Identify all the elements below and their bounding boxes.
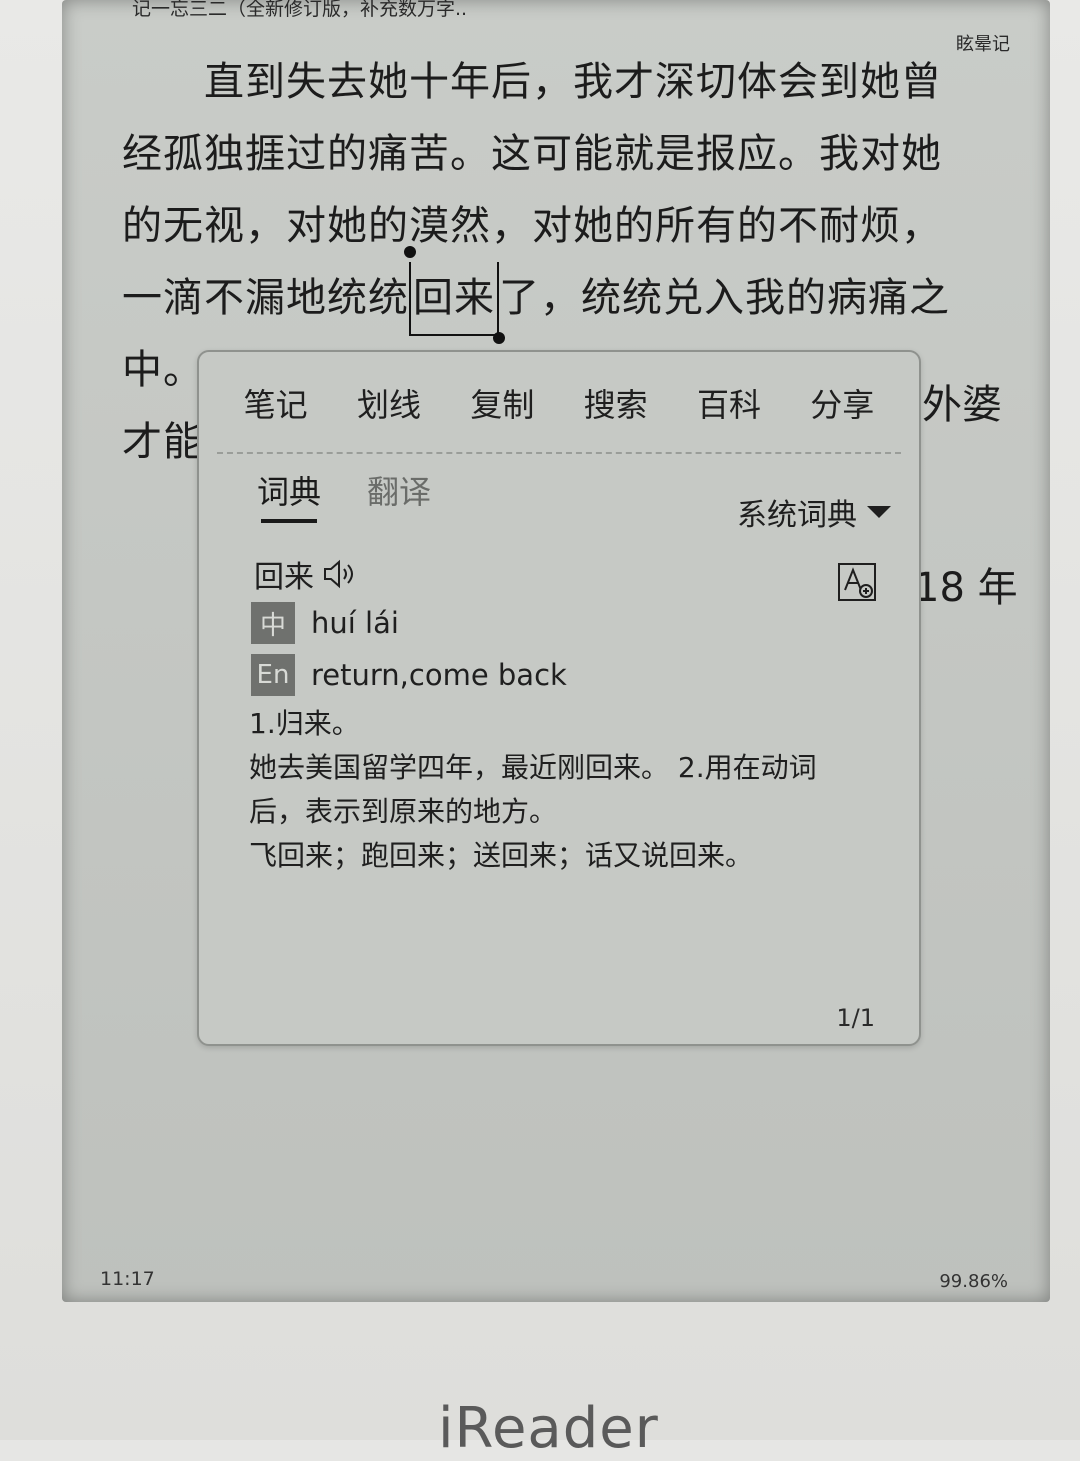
underline-button[interactable]: 划线: [351, 376, 427, 430]
divider: [217, 452, 901, 454]
dictionary-popup: 笔记 划线 复制 搜索 百科 分享 词典 翻译 系统词典 回来 中 huí lá…: [197, 350, 921, 1046]
selection-end-handle[interactable]: [493, 332, 505, 344]
headword: 回来: [254, 560, 314, 595]
book-text-fragment: 外婆: [922, 382, 1002, 428]
status-time: 11:17: [100, 1268, 155, 1290]
note-button[interactable]: 笔记: [238, 376, 314, 430]
encyclopedia-button[interactable]: 百科: [691, 376, 767, 430]
book-line: 的无视，对她的漠然，对她的所有的不耐烦，: [122, 203, 942, 249]
ereader-device: 记一忘三二（全新修订版，补充数万字.. 眩晕记 直到失去她十年后，我才深切体会到…: [0, 0, 1080, 1461]
caret-down-icon: [867, 506, 891, 518]
device-brand-logo: iReader: [438, 1396, 659, 1461]
book-line: 经孤独捱过的痛苦。这可能就是报应。我对她: [122, 131, 942, 177]
book-line: 直到失去她十年后，我才深切体会到她曾: [122, 59, 942, 105]
speaker-icon[interactable]: [322, 558, 356, 590]
book-line: 一滴不漏地统统 回来 了，统统兑入我的病痛之: [122, 246, 1012, 344]
pinyin-row: 中 huí lái: [251, 602, 399, 644]
selection-start-handle[interactable]: [404, 246, 416, 258]
english-row: En return,come back: [251, 654, 567, 696]
english-badge: En: [251, 654, 295, 696]
search-button[interactable]: 搜索: [578, 376, 654, 430]
definition-line: 她去美国留学四年，最近刚回来。 2.用在动词: [249, 751, 817, 784]
copy-button[interactable]: 复制: [464, 376, 540, 430]
reading-progress: 99.86%: [939, 1271, 1008, 1292]
share-button[interactable]: 分享: [804, 376, 880, 430]
text-after-selection: 了，统统兑入我的病痛之: [499, 275, 950, 321]
definition-text: 1.归来。 她去美国留学四年，最近刚回来。 2.用在动词 后，表示到原来的地方。…: [249, 702, 869, 878]
tab-dictionary[interactable]: 词典: [257, 467, 321, 523]
selected-word[interactable]: 回来: [404, 246, 505, 344]
book-text-fragment: 18 年: [914, 565, 1018, 611]
definition-line: 后，表示到原来的地方。: [249, 795, 558, 828]
pinyin-text: huí lái: [311, 606, 399, 640]
add-to-wordbook-icon[interactable]: [837, 562, 877, 602]
chinese-badge: 中: [251, 602, 295, 644]
definition-line: 1.归来。: [249, 707, 360, 740]
reader-screen: 记一忘三二（全新修订版，补充数万字.. 眩晕记 直到失去她十年后，我才深切体会到…: [62, 0, 1050, 1302]
headword-row: 回来: [254, 552, 356, 596]
action-toolbar: 笔记 划线 复制 搜索 百科 分享: [219, 376, 899, 430]
dictionary-source-label: 系统词典: [737, 498, 857, 533]
text-before-selection: 一滴不漏地统统: [122, 275, 409, 321]
book-title-header: 记一忘三二（全新修订版，补充数万字..: [132, 0, 468, 20]
page-indicator: 1/1: [836, 1004, 875, 1032]
selected-word-text: 回来: [413, 275, 495, 321]
tab-translate[interactable]: 翻译: [367, 467, 431, 513]
definition-line: 飞回来；跑回来；送回来；话又说回来。: [249, 839, 754, 872]
english-text: return,come back: [311, 658, 567, 692]
dictionary-source-dropdown[interactable]: 系统词典: [737, 490, 891, 534]
